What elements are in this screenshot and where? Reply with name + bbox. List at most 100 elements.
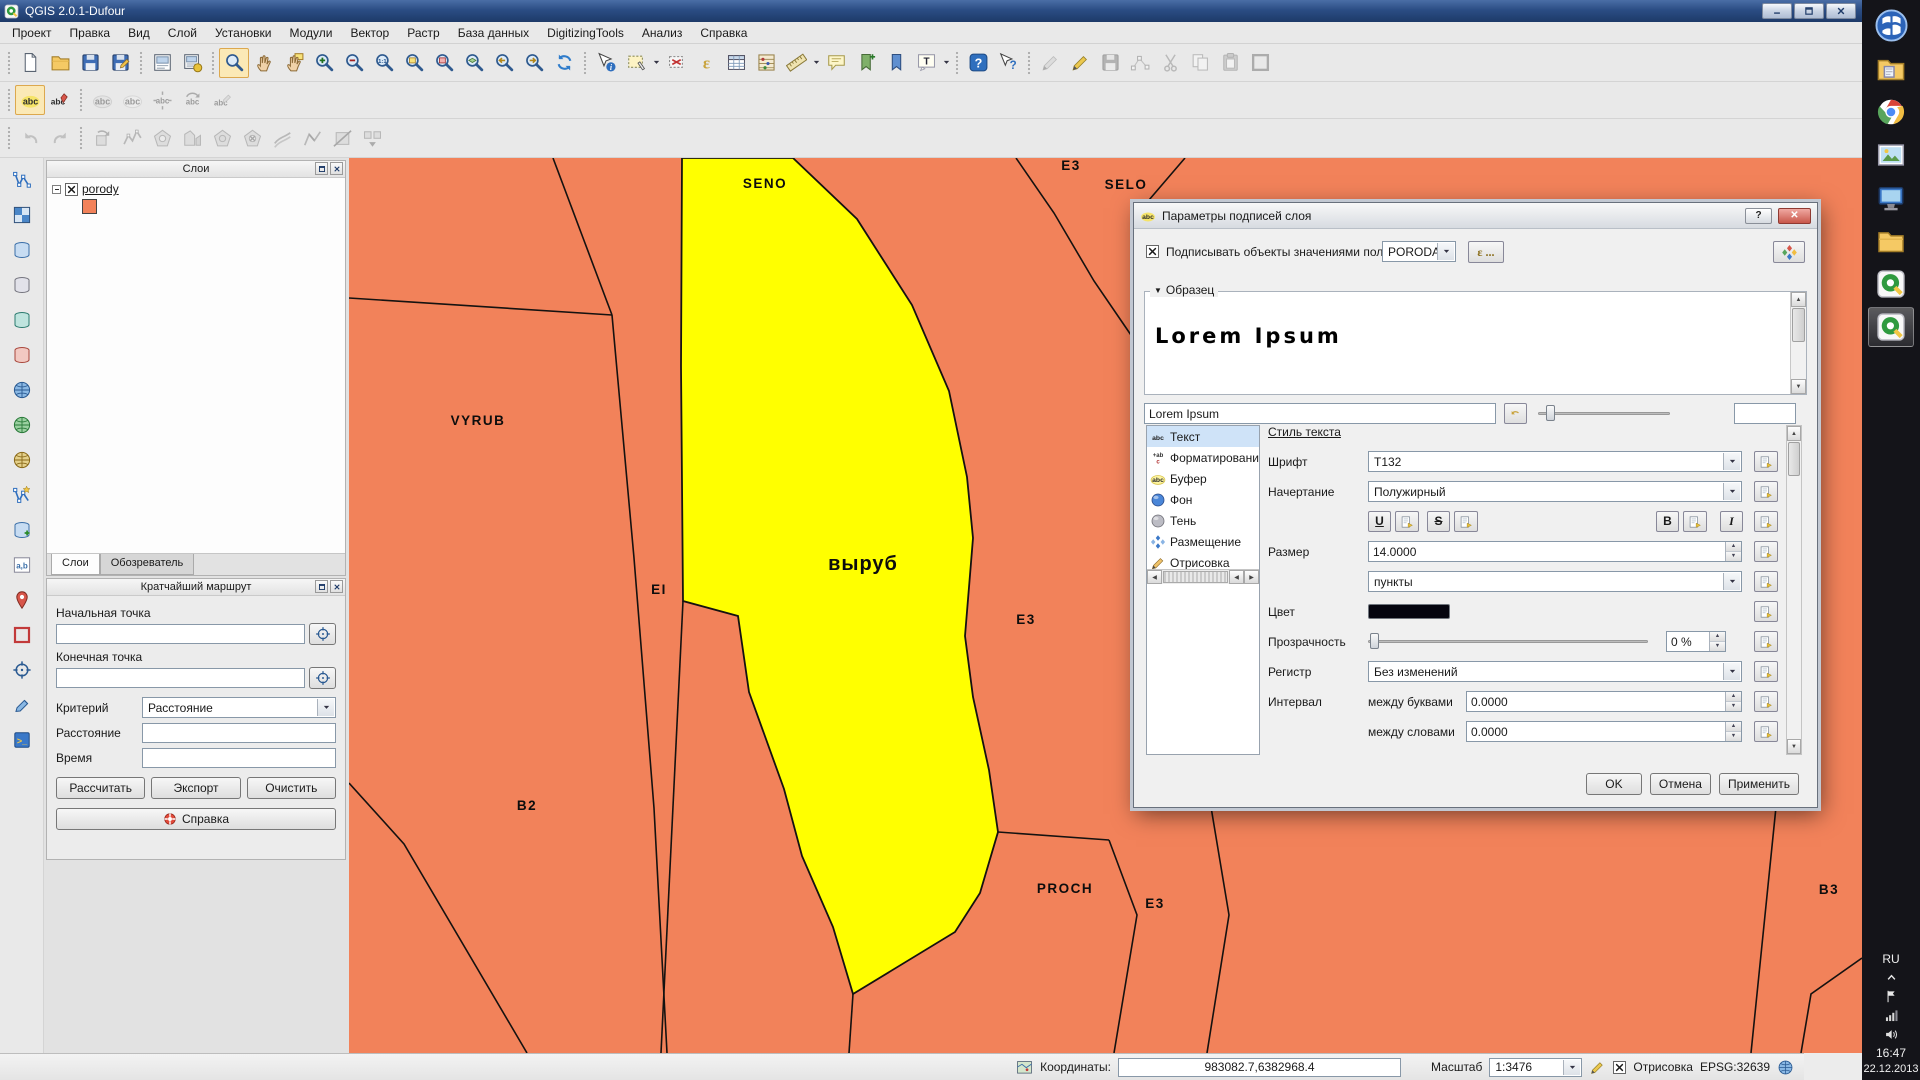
- toolbar-handle[interactable]: [583, 51, 587, 75]
- change-label-properties-button[interactable]: abc: [207, 85, 237, 115]
- size-spinbox[interactable]: 14.0000 ▲▼: [1368, 541, 1742, 562]
- maximize-button[interactable]: [1794, 3, 1824, 19]
- move-label-button[interactable]: abc: [147, 85, 177, 115]
- dialog-list-item-background[interactable]: Фон: [1147, 489, 1259, 510]
- calculate-button[interactable]: Рассчитать: [56, 777, 145, 799]
- units-data-defined-button[interactable]: [1754, 571, 1778, 592]
- toolbar-handle[interactable]: [211, 51, 215, 75]
- underline-data-defined-button[interactable]: [1395, 511, 1419, 532]
- zoom-full-button[interactable]: [399, 48, 429, 78]
- taskbar-clock[interactable]: 16:47 22.12.2013: [1863, 1046, 1918, 1076]
- label-with-field-checkbox[interactable]: [1146, 245, 1159, 258]
- dialog-list-item-formatting[interactable]: +abcФорматирование: [1147, 447, 1259, 468]
- zoom-to-selection-button[interactable]: [429, 48, 459, 78]
- sample-text-input[interactable]: Lorem Ipsum: [1144, 403, 1496, 424]
- scroll-thumb[interactable]: [1163, 571, 1228, 583]
- sample-scale-slider[interactable]: [1538, 403, 1670, 424]
- apply-button[interactable]: Применить: [1719, 773, 1799, 795]
- layers-panel-close-button[interactable]: [330, 162, 343, 175]
- slider-handle[interactable]: [1546, 405, 1555, 421]
- sample-scrollbar[interactable]: ▲ ▼: [1790, 292, 1806, 394]
- menu-edit[interactable]: Правка: [61, 22, 120, 43]
- menu-digitizing-tools[interactable]: DigitizingTools: [538, 22, 633, 43]
- size-units-combo[interactable]: пункты: [1368, 571, 1742, 592]
- cancel-button[interactable]: Отмена: [1650, 773, 1711, 795]
- save-project-as-button[interactable]: [105, 48, 135, 78]
- reset-sample-button[interactable]: [1504, 403, 1527, 424]
- new-bookmark-button[interactable]: [851, 48, 881, 78]
- network-icon[interactable]: [1884, 1008, 1899, 1023]
- scroll-down-icon[interactable]: ▼: [1787, 739, 1801, 754]
- zoom-last-button[interactable]: [489, 48, 519, 78]
- rotate-label-button[interactable]: abc: [177, 85, 207, 115]
- add-mssql-layer-button[interactable]: [8, 306, 36, 334]
- open-project-button[interactable]: [45, 48, 75, 78]
- menu-analysis[interactable]: Анализ: [633, 22, 692, 43]
- menu-layer[interactable]: Слой: [159, 22, 206, 43]
- title-bar[interactable]: QGIS 2.0.1-Dufour: [0, 0, 1862, 22]
- show-hidden-icons-chevron[interactable]: [1884, 970, 1899, 985]
- list-horizontal-scrollbar[interactable]: ◀ ◀ ▶: [1147, 569, 1259, 584]
- rotate-feature-button[interactable]: [87, 123, 117, 153]
- start-point-input[interactable]: [56, 624, 305, 644]
- dialog-help-button[interactable]: ?: [1745, 208, 1772, 224]
- menu-plugins[interactable]: Модули: [280, 22, 341, 43]
- scroll-right-icon[interactable]: ▶: [1244, 570, 1259, 584]
- route-panel-float-button[interactable]: [315, 580, 328, 593]
- start-button[interactable]: [1871, 5, 1911, 45]
- panel-tab-layers[interactable]: Слои: [51, 554, 100, 575]
- render-painter-icon[interactable]: [1589, 1059, 1606, 1076]
- layer-name[interactable]: porody: [82, 182, 119, 196]
- volume-icon[interactable]: [1884, 1027, 1899, 1042]
- word-spacing-data-defined-button[interactable]: [1754, 721, 1778, 742]
- strikeout-button[interactable]: S: [1427, 511, 1450, 532]
- color-data-defined-button[interactable]: [1754, 601, 1778, 622]
- add-oracle-layer-button[interactable]: [8, 341, 36, 369]
- add-wms-layer-button[interactable]: [8, 376, 36, 404]
- text-annotation-button[interactable]: T: [911, 48, 941, 78]
- menu-project[interactable]: Проект: [3, 22, 61, 43]
- composer-manager-button[interactable]: [177, 48, 207, 78]
- font-combo[interactable]: T132: [1368, 451, 1742, 472]
- coordinates-toggle-icon[interactable]: [1016, 1059, 1033, 1076]
- settings-scrollbar[interactable]: ▲ ▼: [1786, 425, 1802, 755]
- new-spatialite-layer-button[interactable]: [8, 516, 36, 544]
- expression-builder-button[interactable]: ε ...: [1468, 241, 1504, 263]
- expander-icon[interactable]: [52, 185, 61, 194]
- capture-end-point-button[interactable]: [309, 667, 336, 689]
- add-delimited-text-layer-button[interactable]: a,b: [8, 551, 36, 579]
- font-data-defined-button[interactable]: [1754, 451, 1778, 472]
- menu-database[interactable]: База данных: [449, 22, 538, 43]
- size-data-defined-button[interactable]: [1754, 541, 1778, 562]
- pan-to-selection-button[interactable]: [279, 48, 309, 78]
- toolbar-handle[interactable]: [79, 126, 83, 150]
- export-button[interactable]: Экспорт: [151, 777, 240, 799]
- dialog-close-button[interactable]: ✕: [1778, 208, 1811, 224]
- layer-symbol-swatch[interactable]: [82, 199, 97, 214]
- highlight-pinned-labels-button[interactable]: abc: [117, 85, 147, 115]
- scroll-up-icon[interactable]: ▲: [1787, 426, 1801, 441]
- action-center-icon[interactable]: [1884, 989, 1899, 1004]
- toggle-editing-button[interactable]: [1065, 48, 1095, 78]
- bold-data-defined-button[interactable]: [1683, 511, 1707, 532]
- fill-ring-button[interactable]: [207, 123, 237, 153]
- bold-button[interactable]: B: [1656, 511, 1679, 532]
- select-features-button[interactable]: [621, 48, 651, 78]
- show-bookmarks-button[interactable]: [881, 48, 911, 78]
- slider-handle[interactable]: [1370, 633, 1379, 649]
- menu-vector[interactable]: Вектор: [341, 22, 398, 43]
- coordinate-capture-button[interactable]: [8, 656, 36, 684]
- label-options-button[interactable]: abc: [45, 85, 75, 115]
- current-edits-button[interactable]: [1035, 48, 1065, 78]
- offset-curve-button[interactable]: [267, 123, 297, 153]
- scroll-thumb[interactable]: [1792, 308, 1805, 342]
- letter-spacing-spinbox[interactable]: 0.0000 ▲▼: [1466, 691, 1742, 712]
- menu-view[interactable]: Вид: [119, 22, 159, 43]
- ok-button[interactable]: OK: [1586, 773, 1642, 795]
- taskbar-app-google-chrome[interactable]: [1868, 92, 1914, 132]
- distance-output[interactable]: [142, 723, 336, 743]
- add-vector-layer-button[interactable]: [8, 166, 36, 194]
- toolbar-handle[interactable]: [7, 51, 11, 75]
- taskbar-app-windows-explorer[interactable]: [1868, 49, 1914, 89]
- map-tips-button[interactable]: [821, 48, 851, 78]
